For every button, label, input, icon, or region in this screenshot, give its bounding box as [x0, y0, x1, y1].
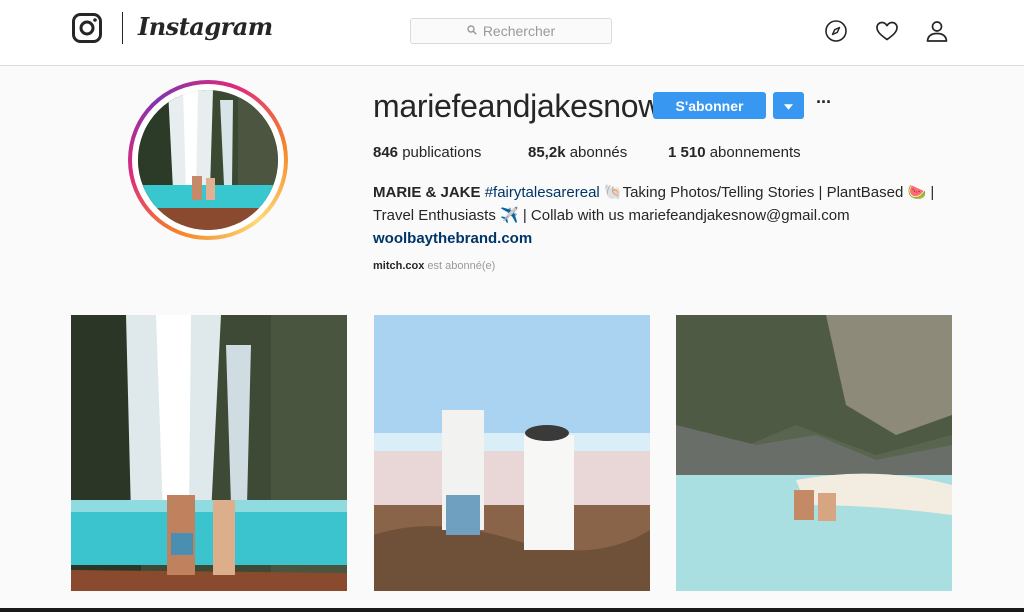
profile-username: mariefeandjakesnow [373, 88, 662, 124]
followers-stat[interactable]: 85,2k abonnés [528, 144, 627, 161]
followers-label: abonnés [569, 144, 628, 161]
more-options-icon[interactable]: ··· [816, 93, 832, 114]
suggested-dropdown-button[interactable] [773, 92, 804, 119]
post-thumbnail-1[interactable] [71, 315, 347, 591]
post-image-beach-walk [374, 315, 650, 591]
avatar-border [132, 84, 284, 236]
bio-name: MARIE & JAKE [373, 184, 481, 201]
following-count: 1 510 [668, 144, 706, 161]
bio-hashtag-link[interactable]: #fairytalesarereal [485, 184, 600, 201]
followers-count: 85,2k [528, 144, 566, 161]
window-bottom-edge [0, 608, 1024, 612]
followed-by: mitch.cox est abonné(e) [373, 260, 495, 272]
profile-avatar[interactable] [128, 80, 288, 240]
posts-count: 846 [373, 144, 399, 161]
search-input[interactable]: Rechercher [410, 18, 612, 44]
bio-line-1-text: 🐚Taking Photos/Telling Stories | PlantBa… [599, 184, 935, 201]
avatar-photo [138, 90, 278, 230]
compass-icon[interactable] [824, 19, 848, 43]
caret-down-icon [784, 98, 793, 113]
followed-by-text: est abonné(e) [424, 260, 496, 272]
heart-icon[interactable] [875, 19, 899, 43]
search-placeholder: Rechercher [482, 23, 556, 39]
followed-by-user-link[interactable]: mitch.cox [373, 260, 424, 272]
bio-website-link[interactable]: woolbaythebrand.com [373, 227, 973, 250]
search-icon [467, 22, 477, 40]
post-image-waterfall [71, 315, 347, 591]
instagram-glyph-icon[interactable] [72, 13, 102, 43]
top-nav: Instagram Rechercher [0, 0, 1024, 66]
instagram-wordmark[interactable]: Instagram [138, 12, 273, 41]
bio-line-1: MARIE & JAKE #fairytalesarereal 🐚Taking … [373, 181, 973, 204]
following-stat[interactable]: 1 510 abonnements [668, 144, 801, 161]
following-label: abonnements [709, 144, 801, 161]
follow-button[interactable]: S'abonner [653, 92, 766, 119]
posts-stat: 846 publications [373, 144, 481, 161]
posts-label: publications [402, 144, 482, 161]
person-icon[interactable] [925, 19, 949, 43]
post-thumbnail-2[interactable] [374, 315, 650, 591]
post-image-lagoon [676, 315, 952, 591]
bio-line-2: Travel Enthusiasts ✈️ | Collab with us m… [373, 207, 850, 224]
logo-divider [122, 12, 123, 44]
profile-bio: MARIE & JAKE #fairytalesarereal 🐚Taking … [373, 181, 973, 250]
post-thumbnail-3[interactable] [676, 315, 952, 591]
